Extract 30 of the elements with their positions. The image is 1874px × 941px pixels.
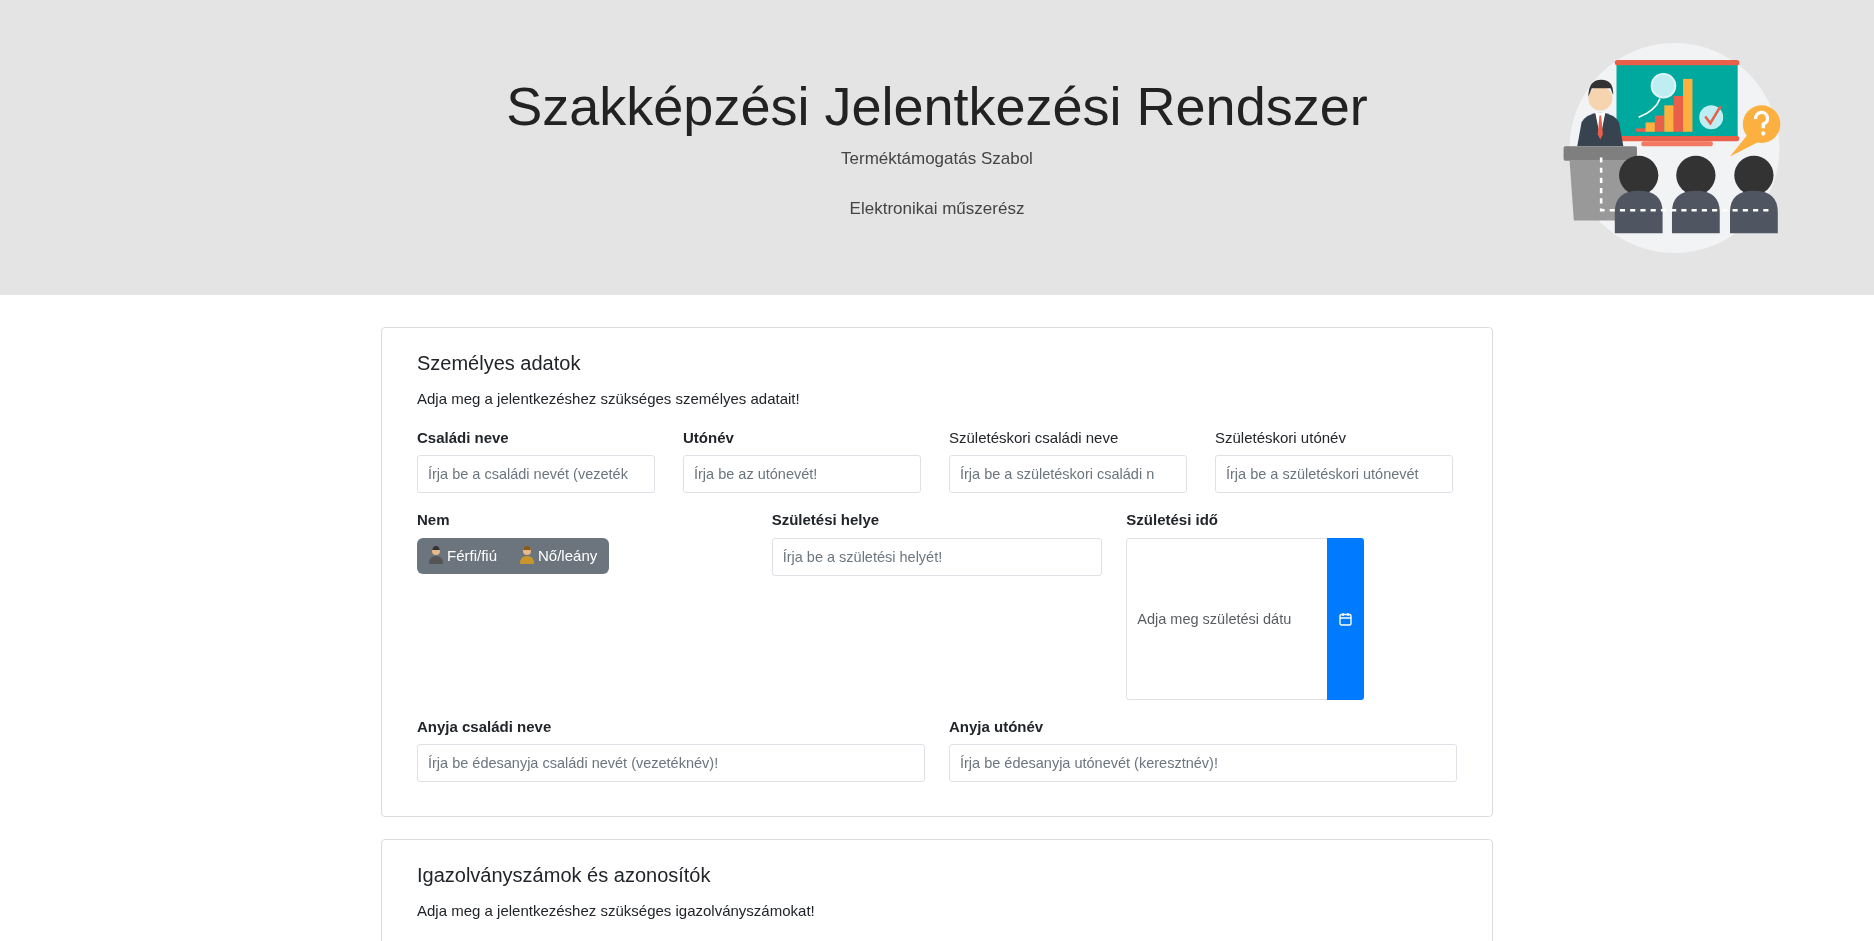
field-label: Születési helye	[771, 510, 880, 530]
section-description: Adja meg a jelentkezéshez szükséges személyes adatait!	[417, 389, 801, 409]
profession-name: Elektronikai műszerész	[849, 197, 1025, 220]
section-title: Személyes adatok	[417, 351, 582, 376]
text-input-field[interactable]: Írja be a születéskori családi n	[949, 455, 1187, 493]
field-label: Anyja utónév	[949, 716, 1044, 737]
text-input-field[interactable]: Írja be az utónevét!	[683, 455, 921, 493]
person-icon	[429, 545, 443, 564]
calendar-icon	[1339, 611, 1353, 626]
date-input-field[interactable]: Adja meg születési dátu	[1126, 537, 1329, 700]
subtitle: Terméktámogatás Szabol	[841, 148, 1033, 171]
person-icon	[520, 545, 534, 564]
field-label: Utónév	[683, 427, 734, 448]
field-label: Családi neve	[417, 427, 509, 448]
field-label: Születéskori családi neve	[949, 427, 1119, 448]
text-input-field[interactable]: Írja be édesanyja utónevét (keresztnév)!	[949, 744, 1457, 782]
text-input-field[interactable]: Írja be a születési helyét!	[771, 537, 1103, 576]
gender-option-button[interactable]: Nő/leány	[508, 537, 610, 574]
section-description: Adja meg a jelentkezéshez szükséges igazolványszámokat!	[417, 901, 816, 921]
page-title: Szakképzési Jelentkezési Rendszer	[506, 74, 1368, 138]
field-label: Születéskori utónév	[1215, 427, 1346, 448]
text-input-field[interactable]: Írja be édesanyja családi nevét (vezetéknév)!	[417, 744, 925, 782]
calendar-button[interactable]	[1327, 537, 1365, 700]
field-label: Anyja családi neve	[417, 716, 552, 737]
section-title: Igazolványszámok és azonosítók	[417, 863, 712, 888]
field-label: Születési idő	[1126, 510, 1218, 530]
field-label: Nem	[417, 510, 450, 530]
gender-option-button[interactable]: Férfi/fiú	[417, 537, 509, 574]
text-input-field[interactable]: Írja be a családi nevét (vezeték	[417, 455, 655, 493]
text-input-field[interactable]: Írja be a születéskori utónevét	[1215, 455, 1453, 493]
